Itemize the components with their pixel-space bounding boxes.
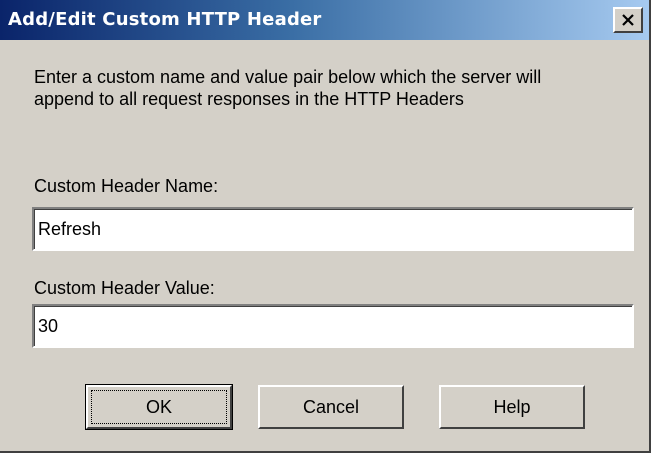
cancel-button[interactable]: Cancel: [258, 385, 404, 429]
help-button-label: Help: [493, 396, 531, 417]
title-bar[interactable]: Add/Edit Custom HTTP Header: [0, 0, 649, 40]
close-button[interactable]: [613, 7, 643, 33]
header-value-input[interactable]: [32, 304, 634, 348]
help-button[interactable]: Help: [439, 385, 585, 429]
cancel-button-label: Cancel: [302, 396, 360, 417]
header-name-input[interactable]: [32, 207, 634, 251]
dialog-window: Add/Edit Custom HTTP Header Enter a cust…: [0, 0, 651, 453]
focus-rectangle: [91, 390, 227, 424]
ok-button[interactable]: OK: [85, 384, 233, 430]
dialog-description: Enter a custom name and value pair below…: [34, 67, 542, 109]
header-value-label: Custom Header Value:: [34, 278, 215, 298]
window-title: Add/Edit Custom HTTP Header: [8, 9, 322, 30]
close-icon: [621, 14, 635, 26]
header-name-label: Custom Header Name:: [34, 176, 219, 196]
